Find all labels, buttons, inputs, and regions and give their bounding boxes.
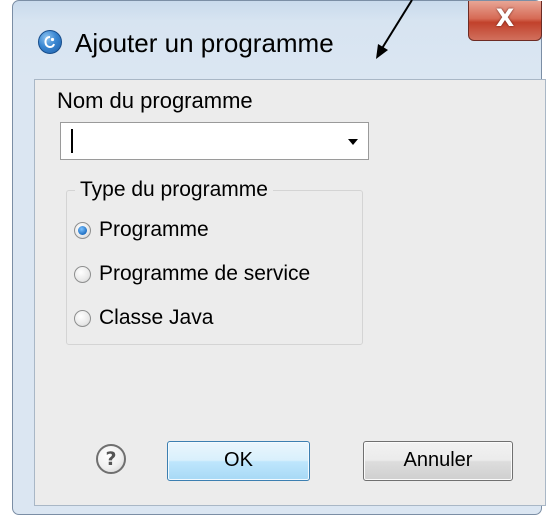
program-name-input[interactable] bbox=[67, 127, 337, 155]
chevron-down-icon[interactable] bbox=[344, 136, 362, 148]
radio-button[interactable] bbox=[74, 265, 91, 283]
app-logo-icon bbox=[38, 30, 62, 54]
radio-label: Programme bbox=[99, 218, 209, 241]
program-name-combobox[interactable] bbox=[60, 122, 369, 160]
text-cursor bbox=[71, 129, 73, 153]
radio-option-programme[interactable]: Programme bbox=[74, 216, 209, 244]
radio-button[interactable] bbox=[74, 309, 91, 327]
window-title: Ajouter un programme bbox=[75, 28, 334, 58]
dialog-window: Ajouter un programme X Nom du programme … bbox=[12, 0, 546, 515]
ok-button[interactable]: OK bbox=[167, 441, 310, 481]
program-type-group-label: Type du programme bbox=[75, 177, 273, 203]
help-icon[interactable]: ? bbox=[96, 444, 126, 474]
radio-option-programme-de-service[interactable]: Programme de service bbox=[74, 260, 310, 288]
close-button[interactable]: X bbox=[468, 1, 542, 41]
title-bar[interactable]: Ajouter un programme X bbox=[13, 1, 543, 79]
radio-button-selected[interactable] bbox=[74, 221, 91, 239]
radio-option-classe-java[interactable]: Classe Java bbox=[74, 304, 213, 332]
radio-label: Programme de service bbox=[99, 262, 311, 285]
cancel-button[interactable]: Annuler bbox=[363, 441, 513, 481]
dialog-body: Nom du programme Type du programme Progr… bbox=[34, 79, 546, 506]
radio-label: Classe Java bbox=[99, 306, 214, 329]
program-name-label: Nom du programme bbox=[57, 88, 253, 113]
